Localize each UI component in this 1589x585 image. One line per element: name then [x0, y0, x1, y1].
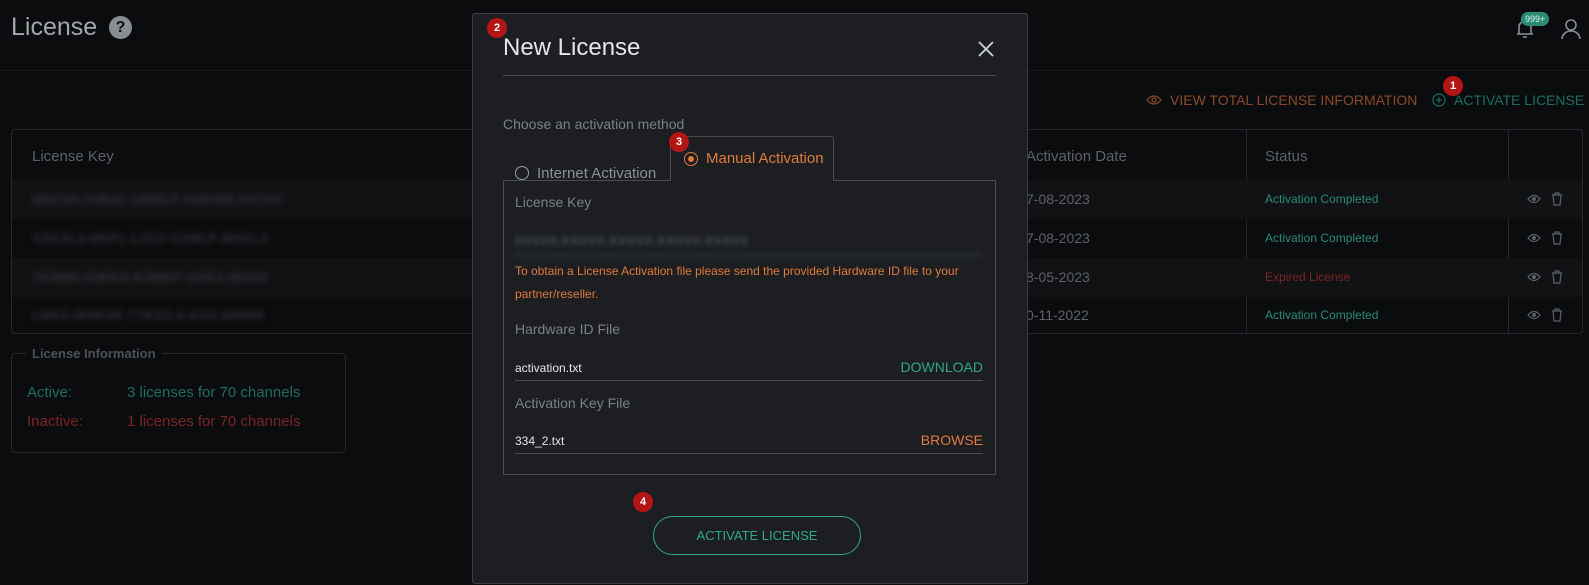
activation-key-file-label: Activation Key File — [515, 395, 631, 411]
license-information-legend: License Information — [26, 346, 162, 361]
activate-license-label: ACTIVATE LICENSE — [1454, 92, 1585, 108]
activation-date-cell: 8-05-2023 — [1026, 269, 1090, 285]
status-cell: Activation Completed — [1265, 231, 1379, 245]
active-label: Active: — [27, 384, 73, 401]
user-icon[interactable] — [1560, 17, 1582, 41]
hardware-id-file-row: activation.txt DOWNLOAD — [515, 359, 983, 381]
page-title: License — [11, 13, 98, 41]
column-header-activation-date: Activation Date — [1026, 148, 1127, 165]
step-badge-4: 4 — [633, 492, 653, 512]
inactive-label: Inactive: — [27, 413, 83, 430]
trash-icon[interactable] — [1550, 308, 1564, 322]
license-key-label: License Key — [515, 194, 592, 210]
help-icon[interactable]: ? — [109, 16, 132, 39]
view-total-license-link[interactable]: VIEW TOTAL LICENSE INFORMATION — [1146, 92, 1417, 108]
trash-icon[interactable] — [1550, 231, 1564, 245]
status-cell: Activation Completed — [1265, 308, 1379, 322]
tab-manual-activation[interactable]: Manual Activation — [670, 136, 834, 181]
tab-manual-label: Manual Activation — [706, 150, 824, 167]
manual-activation-radio[interactable] — [684, 151, 698, 166]
view-icon[interactable] — [1527, 270, 1541, 284]
view-icon[interactable] — [1527, 231, 1541, 245]
close-icon[interactable] — [977, 40, 995, 58]
license-key-cell: MXC4X-X3KKL-HNKLF-XXKXM-XX7XX — [32, 191, 283, 207]
status-cell: Expired License — [1265, 270, 1351, 284]
activate-license-button[interactable]: ACTIVATE LICENSE — [653, 516, 861, 555]
hardware-id-filename: activation.txt — [515, 361, 582, 375]
activation-key-file-row: 334_2.txt BROWSE — [515, 432, 983, 454]
trash-icon[interactable] — [1550, 192, 1564, 206]
active-value: 3 licenses for 70 channels — [127, 384, 301, 401]
view-total-label: VIEW TOTAL LICENSE INFORMATION — [1170, 92, 1418, 108]
eye-icon — [1146, 95, 1162, 105]
license-key-cell: XXKXL4-MXFL-L3XX-XXMLF-MXKLX — [32, 230, 270, 246]
trash-icon[interactable] — [1550, 270, 1564, 284]
inactive-value: 1 licenses for 70 channels — [127, 413, 301, 430]
tab-internet-label: Internet Activation — [537, 164, 657, 182]
plus-circle-icon — [1432, 93, 1446, 107]
notification-badge: 999+ — [1521, 12, 1550, 26]
license-key-cell: LMKX-MXKXF-7YKX3-X-KXX-MXMX — [32, 307, 265, 323]
new-license-modal: 2 New License Choose an activation metho… — [472, 13, 1028, 584]
activation-date-cell: 7-08-2023 — [1026, 191, 1090, 207]
hardware-hint-text: To obtain a License Activation file plea… — [515, 264, 959, 301]
modal-divider — [503, 75, 996, 76]
license-key-cell: 7XXMX-X3KKX-KXMXF-XXKX-MXXX — [32, 269, 269, 285]
column-header-license-key: License Key — [32, 148, 114, 165]
download-button[interactable]: DOWNLOAD — [901, 359, 983, 375]
step-badge-3: 3 — [669, 132, 689, 152]
step-badge-1: 1 — [1443, 76, 1463, 96]
activation-date-cell: 0-11-2022 — [1026, 307, 1089, 323]
browse-button[interactable]: BROWSE — [921, 432, 983, 448]
activation-date-cell: 7-08-2023 — [1026, 230, 1090, 246]
activation-key-filename: 334_2.txt — [515, 434, 565, 448]
manual-activation-panel: License Key To obtain a License Activati… — [503, 180, 996, 475]
license-information-box: License Information Active: 3 licenses f… — [11, 346, 346, 453]
status-cell: Activation Completed — [1265, 192, 1379, 206]
internet-activation-radio[interactable] — [515, 166, 529, 180]
choose-method-label: Choose an activation method — [503, 116, 685, 132]
view-icon[interactable] — [1527, 308, 1541, 322]
column-header-status: Status — [1265, 148, 1308, 165]
hardware-id-label: Hardware ID File — [515, 321, 621, 337]
step-badge-2: 2 — [487, 18, 507, 38]
modal-title: New License — [503, 34, 641, 61]
view-icon[interactable] — [1527, 192, 1541, 206]
